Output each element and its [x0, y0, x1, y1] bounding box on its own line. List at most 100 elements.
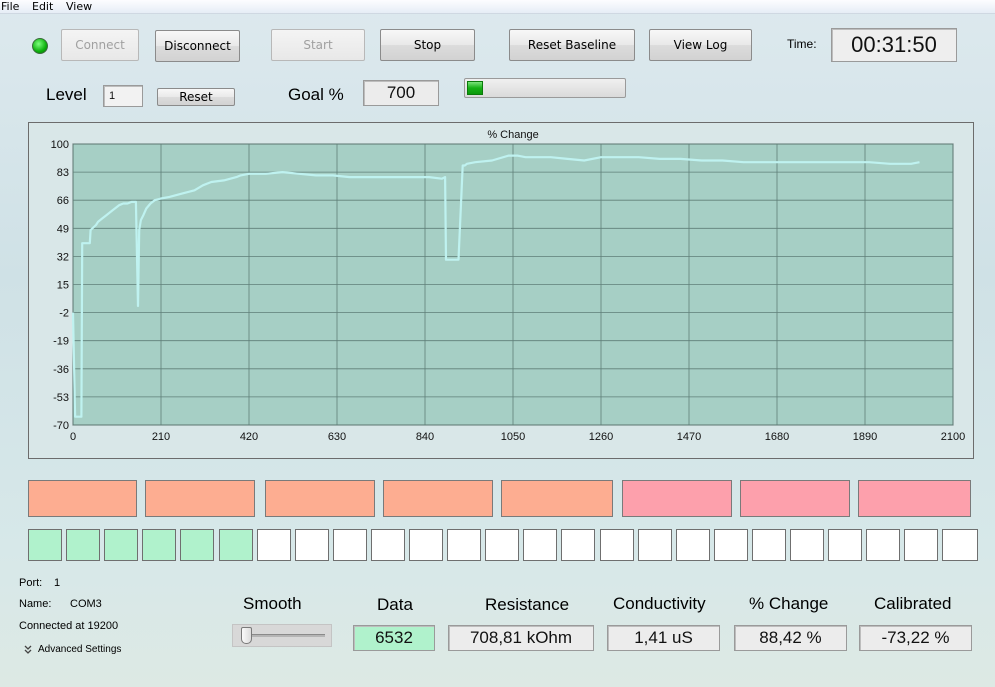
level-square [294, 529, 329, 561]
data-label: Data [377, 595, 413, 614]
x-tick-label: 420 [240, 431, 258, 443]
smooth-slider-thumb[interactable] [241, 627, 252, 644]
level-square [828, 529, 863, 561]
connection-status-indicator [32, 38, 48, 54]
indicator-bar [740, 480, 850, 517]
connect-button[interactable]: Connect [61, 29, 139, 61]
percent-change-value: 88,42 % [734, 625, 847, 651]
level-square [523, 529, 558, 561]
y-tick-label: -36 [53, 364, 69, 376]
level-square [485, 529, 520, 561]
goal-progress-bar [464, 78, 626, 98]
level-reset-button[interactable]: Reset [157, 88, 235, 106]
elapsed-time-display: 00:31:50 [831, 28, 957, 62]
menu-bar: File Edit View [0, 0, 995, 14]
x-tick-label: 1470 [677, 431, 701, 443]
level-square [104, 529, 139, 561]
port-value: 1 [54, 577, 61, 589]
goal-label: Goal % [288, 85, 344, 104]
goal-progress-fill [467, 81, 483, 95]
conductivity-value: 1,41 uS [607, 625, 720, 651]
level-square [790, 529, 824, 561]
y-tick-label: -19 [53, 336, 69, 348]
y-tick-label: 66 [57, 195, 69, 207]
double-chevron-down-icon [24, 645, 32, 654]
y-tick-label: -70 [53, 420, 69, 432]
level-square [675, 529, 710, 561]
x-tick-label: 630 [328, 431, 346, 443]
level-square [256, 529, 291, 561]
calibrated-value: -73,22 % [859, 625, 972, 651]
indicator-bar [501, 480, 613, 517]
level-square [599, 529, 634, 561]
percent-change-label: % Change [749, 594, 829, 613]
level-square [713, 529, 748, 561]
time-label: Time: [787, 37, 817, 51]
indicator-bar [145, 480, 255, 517]
level-label: Level [46, 85, 87, 104]
advanced-settings-label: Advanced Settings [38, 644, 122, 655]
connection-status-text: Connected at 19200 [19, 620, 119, 632]
goal-input[interactable]: 700 [363, 80, 439, 106]
port-label: Port: [19, 577, 43, 589]
level-square [180, 529, 215, 561]
level-square [66, 529, 101, 561]
reset-baseline-button[interactable]: Reset Baseline [509, 29, 635, 61]
conductivity-label: Conductivity [613, 594, 706, 613]
resistance-label: Resistance [485, 595, 570, 614]
level-square [218, 529, 253, 561]
smooth-slider-groove [243, 634, 325, 637]
start-button[interactable]: Start [271, 29, 365, 61]
x-tick-label: 210 [152, 431, 170, 443]
level-square [942, 529, 979, 561]
y-tick-label: 49 [57, 223, 69, 235]
smooth-slider[interactable] [232, 624, 332, 647]
indicator-bar [383, 480, 493, 517]
level-square [904, 529, 939, 561]
menu-edit[interactable]: Edit [32, 0, 53, 13]
level-square [142, 529, 177, 561]
y-tick-label: -53 [53, 392, 69, 404]
level-square [561, 529, 596, 561]
y-tick-label: 100 [51, 139, 69, 151]
level-square [409, 529, 443, 561]
level-square [447, 529, 482, 561]
disconnect-button[interactable]: Disconnect [155, 30, 240, 62]
x-tick-label: 2100 [941, 431, 965, 443]
y-tick-label: 32 [57, 251, 69, 263]
name-value: COM3 [70, 598, 102, 610]
level-square [866, 529, 901, 561]
level-square [332, 529, 367, 561]
chart-title: % Change [487, 129, 538, 141]
level-square [637, 529, 672, 561]
indicator-bar [265, 480, 375, 517]
name-label: Name: [19, 598, 52, 610]
calibrated-label: Calibrated [874, 594, 952, 613]
smooth-label: Smooth [243, 594, 302, 613]
x-tick-label: 1260 [589, 431, 613, 443]
menu-file[interactable]: File [1, 0, 19, 13]
percent-change-chart: 0 210 420 630 840 1050 1260 1470 1680 1890 2100 100… [28, 122, 974, 459]
menu-view[interactable]: View [66, 0, 92, 13]
x-tick-label: 1890 [853, 431, 877, 443]
view-log-button[interactable]: View Log [649, 29, 752, 61]
x-tick-label: 0 [70, 431, 76, 443]
data-value: 6532 [353, 625, 435, 651]
x-tick-label: 1050 [501, 431, 525, 443]
chart-canvas: 0 210 420 630 840 1050 1260 1470 1680 1890 2100 100… [51, 129, 966, 443]
x-tick-label: 840 [416, 431, 434, 443]
resistance-value: 708,81 kOhm [448, 625, 594, 651]
y-tick-label: -2 [59, 308, 69, 320]
indicator-bar [622, 480, 732, 517]
advanced-settings-toggle[interactable]: Advanced Settings [24, 644, 121, 655]
level-square [370, 529, 405, 561]
x-tick-label: 1680 [765, 431, 789, 443]
y-tick-label: 83 [57, 167, 69, 179]
y-tick-label: 15 [57, 280, 69, 292]
level-square [28, 529, 62, 561]
indicator-bar [28, 480, 137, 517]
level-square [751, 529, 786, 561]
level-input[interactable]: 1 [103, 85, 143, 107]
stop-button[interactable]: Stop [380, 29, 475, 61]
indicator-bar [858, 480, 971, 517]
